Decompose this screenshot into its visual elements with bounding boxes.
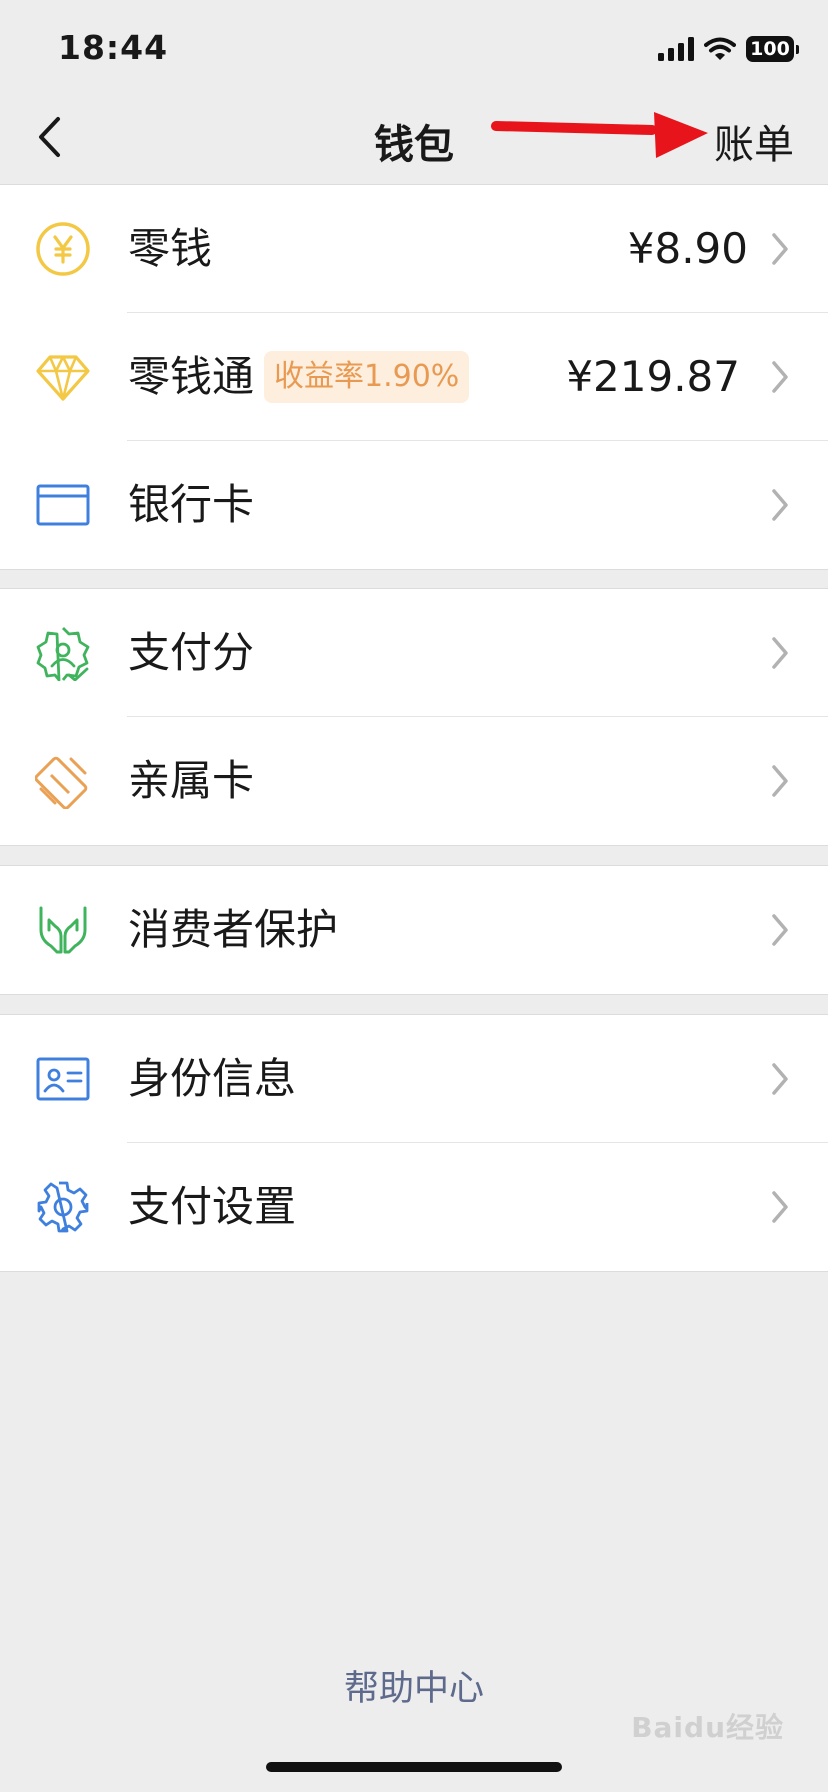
row-payment-settings[interactable]: 支付设置 bbox=[0, 1143, 828, 1271]
row-consumer-protection-label: 消费者保护 bbox=[128, 905, 339, 954]
credit-group: 支付分 亲属卡 bbox=[0, 588, 828, 846]
diamond-icon bbox=[35, 349, 91, 405]
row-change[interactable]: 零钱 ¥8.90 bbox=[0, 185, 828, 313]
chevron-right-icon bbox=[772, 489, 788, 521]
chevron-right-icon bbox=[772, 233, 788, 265]
gear-icon bbox=[35, 1179, 91, 1235]
account-group: 身份信息 支付设置 bbox=[0, 1014, 828, 1272]
protection-group: 消费者保护 bbox=[0, 865, 828, 995]
family-card-icon bbox=[35, 753, 91, 809]
row-identity-info[interactable]: 身份信息 bbox=[0, 1015, 828, 1143]
row-bank-card[interactable]: 银行卡 bbox=[0, 441, 828, 569]
row-pay-score[interactable]: 支付分 bbox=[0, 589, 828, 717]
baidu-watermark: Baidu经验 bbox=[631, 1711, 784, 1744]
status-bar: 18:44 100 bbox=[0, 0, 828, 90]
chevron-right-icon bbox=[772, 1191, 788, 1223]
help-center-link[interactable]: 帮助中心 bbox=[0, 1660, 828, 1711]
annotation-arrow-icon bbox=[491, 112, 708, 158]
row-change-savings[interactable]: 零钱通 收益率1.90% ¥219.87 bbox=[0, 313, 828, 441]
chevron-right-icon bbox=[772, 637, 788, 669]
home-indicator[interactable] bbox=[266, 1762, 562, 1772]
battery-indicator: 100 bbox=[746, 36, 799, 62]
row-change-label: 零钱 bbox=[128, 224, 213, 273]
row-consumer-protection[interactable]: 消费者保护 bbox=[0, 866, 828, 994]
chevron-right-icon bbox=[772, 914, 788, 946]
yuan-coin-icon bbox=[35, 221, 91, 277]
bank-card-icon bbox=[35, 477, 91, 533]
battery-level: 100 bbox=[750, 38, 790, 60]
row-change-savings-label: 零钱通 收益率1.90% bbox=[128, 313, 470, 441]
wifi-icon bbox=[704, 37, 736, 60]
id-card-icon bbox=[35, 1051, 91, 1107]
status-time: 18:44 bbox=[58, 28, 169, 67]
row-change-savings-balance: ¥219.87 bbox=[566, 352, 740, 401]
row-change-balance: ¥8.90 bbox=[627, 224, 748, 273]
chevron-right-icon bbox=[772, 1063, 788, 1095]
bills-button[interactable]: 账单 bbox=[714, 112, 794, 170]
row-change-savings-title: 零钱通 bbox=[128, 352, 255, 401]
chevron-right-icon bbox=[772, 765, 788, 797]
row-bank-card-label: 银行卡 bbox=[128, 480, 255, 529]
status-icons: 100 bbox=[658, 34, 799, 64]
row-family-card-label: 亲属卡 bbox=[128, 756, 255, 805]
chevron-right-icon bbox=[772, 361, 788, 393]
row-pay-score-label: 支付分 bbox=[128, 628, 255, 677]
cellular-signal-icon bbox=[658, 37, 694, 61]
wallet-balance-group: 零钱 ¥8.90 零钱通 收益率1.90% ¥219.87 银行卡 bbox=[0, 184, 828, 570]
pay-score-badge-icon bbox=[35, 625, 91, 681]
row-payment-settings-label: 支付设置 bbox=[128, 1182, 297, 1231]
protection-hands-icon bbox=[35, 902, 91, 958]
navigation-bar: 钱包 账单 bbox=[0, 90, 828, 184]
row-family-card[interactable]: 亲属卡 bbox=[0, 717, 828, 845]
row-identity-info-label: 身份信息 bbox=[128, 1054, 297, 1103]
yield-rate-badge: 收益率1.90% bbox=[264, 350, 470, 403]
